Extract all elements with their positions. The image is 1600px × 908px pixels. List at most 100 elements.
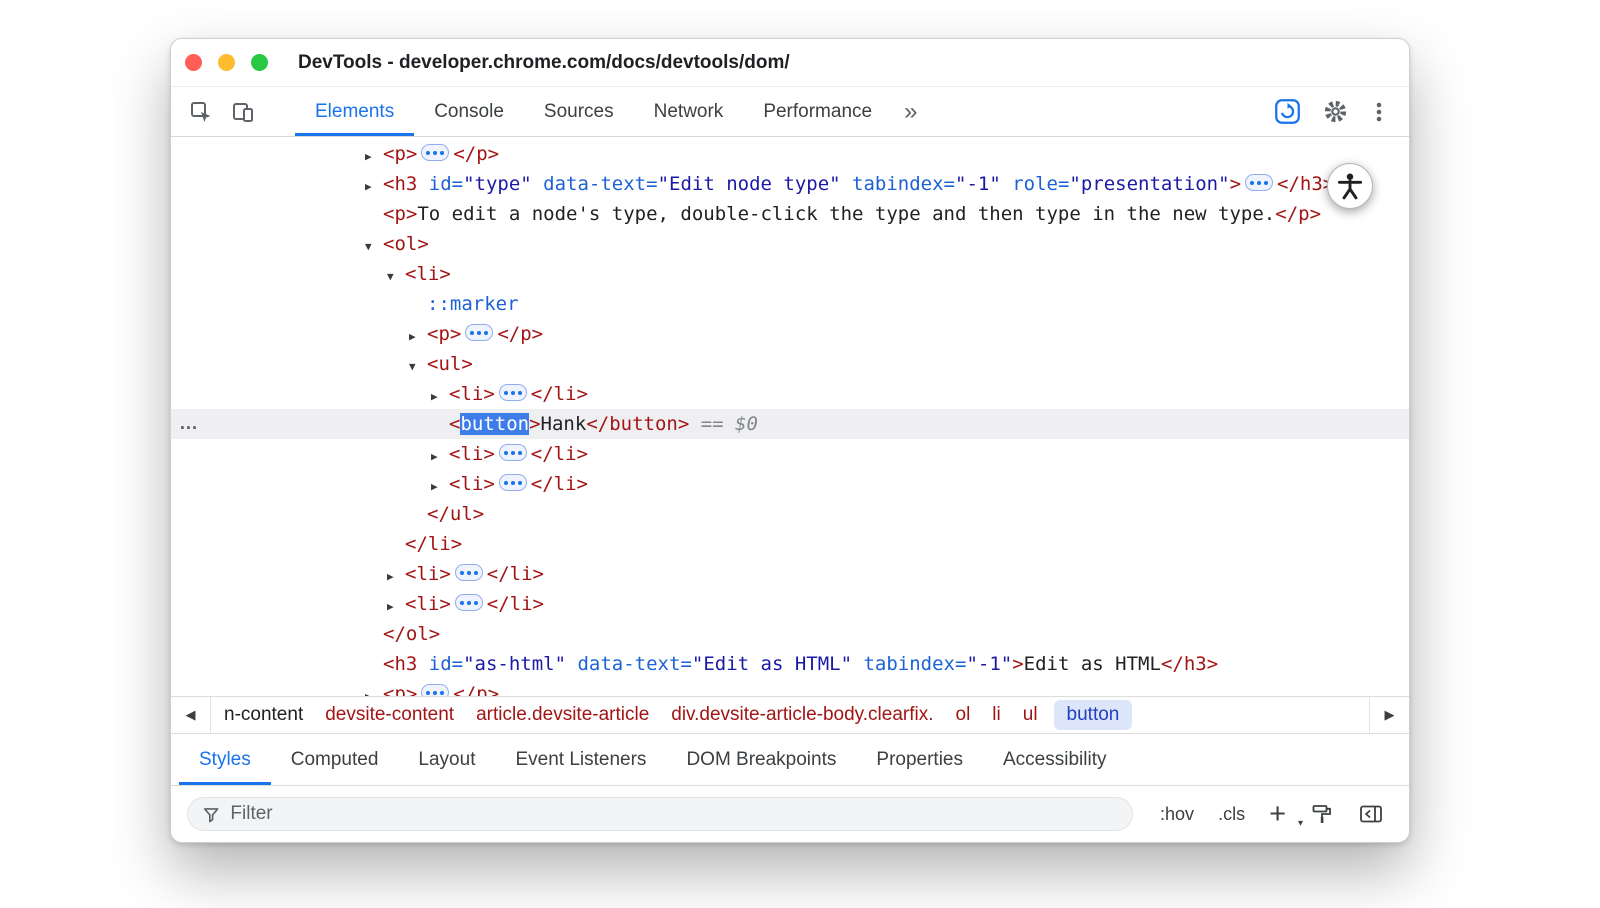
dom-tree-row[interactable]: ▶<li></li>: [171, 559, 1409, 589]
chevron-double-right-icon: »: [904, 98, 917, 125]
expand-arrow-icon[interactable]: ▶: [431, 442, 449, 472]
token-val: "-1": [955, 173, 1001, 195]
device-toolbar-icon[interactable]: [229, 87, 257, 136]
breadcrumb-scroll-left-button[interactable]: ◀: [171, 697, 211, 733]
tab-sources[interactable]: Sources: [524, 87, 634, 136]
breadcrumb: n-contentdevsite-contentarticle.devsite-…: [211, 697, 1137, 733]
expand-ellipsis-icon[interactable]: [455, 564, 483, 581]
toggle-class-button[interactable]: .cls: [1209, 804, 1254, 825]
replay-button[interactable]: [1273, 98, 1301, 125]
dom-tree-row[interactable]: ▶<li></li>: [171, 469, 1409, 499]
dom-tree-row[interactable]: …<button>Hank</button> == $0: [171, 409, 1409, 439]
accessibility-cursor-icon: [1327, 163, 1373, 209]
token-tag: <ol>: [383, 233, 429, 255]
tab-network[interactable]: Network: [634, 87, 744, 136]
token-tag: <h3: [383, 653, 417, 675]
breadcrumb-item-ul[interactable]: ul: [1012, 704, 1049, 726]
dom-tree-row[interactable]: ▼<ol>: [171, 229, 1409, 259]
collapse-arrow-icon[interactable]: ▼: [409, 352, 427, 382]
expand-ellipsis-icon[interactable]: [421, 684, 449, 696]
expand-ellipsis-icon[interactable]: [499, 444, 527, 461]
breadcrumb-item-n-content[interactable]: n-content: [213, 704, 314, 726]
close-button[interactable]: [185, 54, 202, 71]
dom-tree-row[interactable]: ▶<li></li>: [171, 589, 1409, 619]
styles-tab-styles[interactable]: Styles: [179, 734, 271, 785]
dom-tree-row[interactable]: ▼<li>: [171, 259, 1409, 289]
expand-ellipsis-icon[interactable]: [499, 384, 527, 401]
token-tag: <p>: [383, 203, 417, 225]
token-tag: </h3>: [1161, 653, 1218, 675]
styles-filter-bar: :hov .cls + ▾: [171, 786, 1409, 842]
dom-tree-row[interactable]: ▶<p></p>: [171, 319, 1409, 349]
token-attr: id=: [417, 173, 463, 195]
minimize-button[interactable]: [218, 54, 235, 71]
expand-arrow-icon[interactable]: ▶: [387, 592, 405, 622]
styles-tab-layout[interactable]: Layout: [398, 734, 495, 785]
dom-tree-row[interactable]: ▶<li></li>: [171, 439, 1409, 469]
dom-tree-row[interactable]: </ol>: [171, 619, 1409, 649]
new-style-rule-button[interactable]: + ▾: [1260, 800, 1295, 829]
expand-ellipsis-icon[interactable]: [499, 474, 527, 491]
breadcrumb-item-li[interactable]: li: [981, 704, 1011, 726]
expand-arrow-icon[interactable]: ▶: [387, 562, 405, 592]
dom-tree-row[interactable]: <p>To edit a node's type, double-click t…: [171, 199, 1409, 229]
zoom-button[interactable]: [251, 54, 268, 71]
token-tag: <p>: [383, 683, 417, 696]
expand-arrow-icon[interactable]: ▶: [431, 472, 449, 502]
expand-ellipsis-icon[interactable]: [465, 324, 493, 341]
collapse-arrow-icon[interactable]: ▼: [365, 232, 383, 262]
breadcrumb-scroll-right-button[interactable]: ▶: [1369, 697, 1409, 733]
collapse-arrow-icon[interactable]: ▼: [387, 262, 405, 292]
breadcrumb-item-div-devsite-article-body-clearfix[interactable]: div.devsite-article-body.clearfix.: [660, 704, 944, 726]
dom-tree-row[interactable]: ::marker: [171, 289, 1409, 319]
styles-tab-accessibility[interactable]: Accessibility: [983, 734, 1126, 785]
styles-tab-event-listeners[interactable]: Event Listeners: [495, 734, 666, 785]
token-val: "Edit node type": [658, 173, 841, 195]
breadcrumb-item-devsite-content[interactable]: devsite-content: [314, 704, 465, 726]
overflow-menu-button[interactable]: [1369, 100, 1389, 124]
filter-input[interactable]: [230, 803, 1118, 825]
styles-tab-dom-breakpoints[interactable]: DOM Breakpoints: [666, 734, 856, 785]
token-tag: </li>: [487, 563, 544, 585]
tab-elements[interactable]: Elements: [295, 87, 414, 136]
toggle-sidebar-button[interactable]: [1349, 802, 1393, 826]
filter-field[interactable]: [187, 797, 1133, 831]
styles-tab-properties[interactable]: Properties: [856, 734, 983, 785]
expand-ellipsis-icon[interactable]: [455, 594, 483, 611]
expand-ellipsis-icon[interactable]: [1245, 174, 1273, 191]
expand-arrow-icon[interactable]: ▶: [365, 682, 383, 696]
toggle-element-state-button[interactable]: :hov: [1151, 804, 1203, 825]
token-tag: <li>: [405, 593, 451, 615]
expand-arrow-icon[interactable]: ▶: [365, 172, 383, 202]
more-tabs-button[interactable]: »: [892, 87, 929, 136]
inspect-element-icon[interactable]: [187, 87, 215, 136]
dom-tree-row[interactable]: ▶<li></li>: [171, 379, 1409, 409]
dom-tree-row[interactable]: </ul>: [171, 499, 1409, 529]
styles-tab-computed[interactable]: Computed: [271, 734, 399, 785]
dom-tree-row[interactable]: ▶<h3 id="type" data-text="Edit node type…: [171, 169, 1409, 199]
token-attr: role=: [1001, 173, 1070, 195]
settings-button[interactable]: [1321, 99, 1349, 124]
dom-tree-row[interactable]: </li>: [171, 529, 1409, 559]
gear-icon: [1323, 99, 1348, 124]
breadcrumb-item-ol[interactable]: ol: [945, 704, 982, 726]
circular-arrow-icon: [1274, 98, 1301, 125]
dom-tree-row[interactable]: <h3 id="as-html" data-text="Edit as HTML…: [171, 649, 1409, 679]
breadcrumb-bar: ◀ n-contentdevsite-contentarticle.devsit…: [171, 696, 1409, 734]
chevron-left-icon: ◀: [186, 707, 196, 723]
expand-arrow-icon[interactable]: ▶: [409, 322, 427, 352]
dom-tree-row[interactable]: ▶<p></p>: [171, 139, 1409, 169]
breadcrumb-item-article-devsite-article[interactable]: article.devsite-article: [465, 704, 660, 726]
rendering-brush-button[interactable]: [1301, 802, 1343, 826]
dom-tree-row[interactable]: ▶<p></p>: [171, 679, 1409, 696]
expand-arrow-icon[interactable]: ▶: [431, 382, 449, 412]
token-tag: </li>: [531, 383, 588, 405]
token-text: Edit as HTML: [1024, 653, 1161, 675]
breadcrumb-item-button[interactable]: button: [1054, 700, 1133, 730]
expand-ellipsis-icon[interactable]: [421, 144, 449, 161]
token-tag: <h3: [383, 173, 417, 195]
tab-performance[interactable]: Performance: [743, 87, 892, 136]
expand-arrow-icon[interactable]: ▶: [365, 142, 383, 172]
dom-tree-row[interactable]: ▼<ul>: [171, 349, 1409, 379]
tab-console[interactable]: Console: [414, 87, 524, 136]
